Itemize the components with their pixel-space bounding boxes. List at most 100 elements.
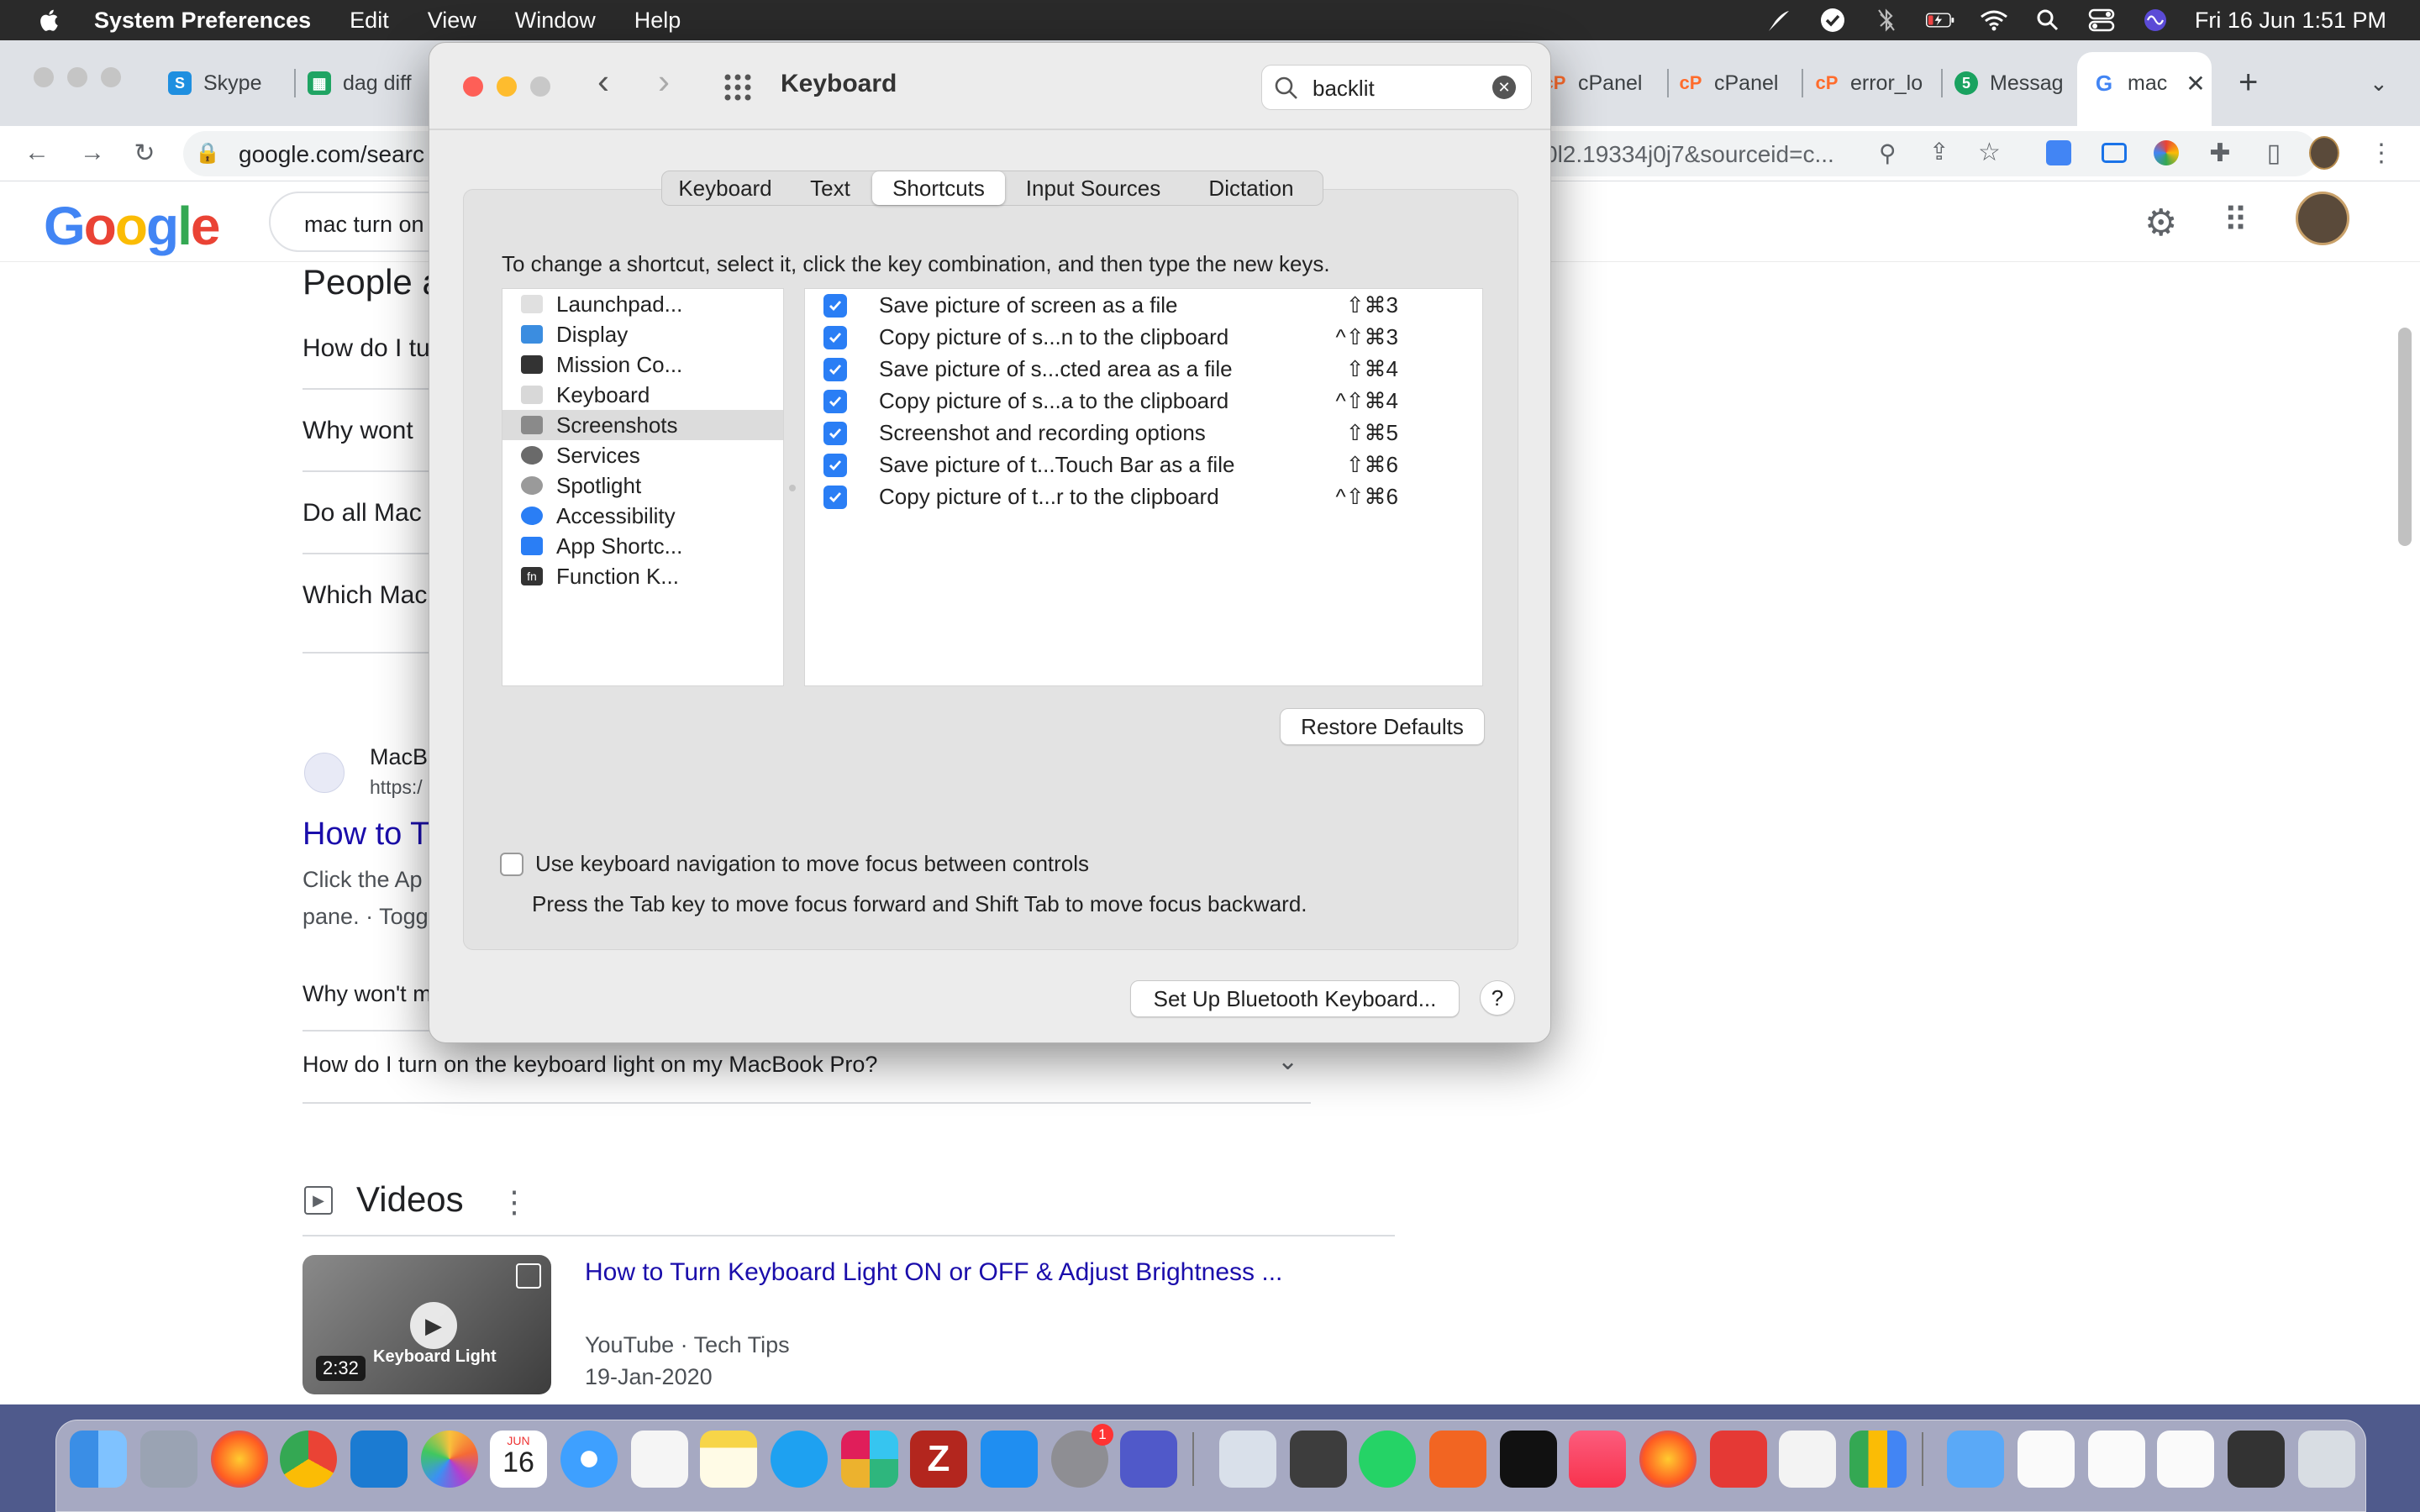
- notes-icon[interactable]: [700, 1431, 757, 1488]
- google-logo[interactable]: Google: [44, 195, 220, 257]
- paa-question-1[interactable]: How do I tu: [302, 334, 430, 363]
- page-scrollbar[interactable]: [2398, 328, 2412, 546]
- play-icon[interactable]: ▶: [410, 1302, 457, 1349]
- shortcut-checkbox[interactable]: [823, 422, 847, 445]
- shortcut-row[interactable]: Save picture of s...cted area as a file …: [805, 353, 1482, 385]
- shortcut-row[interactable]: Screenshot and recording options ⇧⌘5: [805, 417, 1482, 449]
- firefox-dev-icon[interactable]: [1639, 1431, 1697, 1488]
- shortcut-key[interactable]: ^⇧⌘4: [1336, 388, 1398, 414]
- filezilla-icon[interactable]: Z: [910, 1431, 967, 1488]
- tab-messages[interactable]: 5 Messag: [1954, 57, 2064, 109]
- show-all-grid-icon[interactable]: [723, 73, 752, 106]
- folder-icon[interactable]: [1947, 1431, 2004, 1488]
- result-title-link[interactable]: How to T: [302, 816, 429, 853]
- category-function-keys[interactable]: fn Function K...: [502, 561, 783, 591]
- tab-search-chevron-icon[interactable]: ⌄: [2370, 71, 2388, 97]
- app-store-icon[interactable]: [981, 1431, 1038, 1488]
- category-display[interactable]: Display: [502, 319, 783, 349]
- tab-sheets[interactable]: ▦ dag diff: [308, 57, 412, 109]
- related-question-2[interactable]: How do I turn on the keyboard light on m…: [302, 1052, 877, 1078]
- paa-question-4[interactable]: Which Mac: [302, 581, 427, 610]
- skype-dock-icon[interactable]: [771, 1431, 828, 1488]
- menu-edit[interactable]: Edit: [350, 8, 389, 34]
- feather-icon[interactable]: [1765, 8, 1793, 33]
- control-center-icon[interactable]: [2087, 8, 2116, 33]
- preferences-search-field[interactable]: backlit ✕: [1261, 65, 1532, 110]
- result-site-name[interactable]: MacB: [370, 744, 428, 770]
- video-title-link[interactable]: How to Turn Keyboard Light ON or OFF & A…: [585, 1258, 1282, 1287]
- tab-skype[interactable]: S Skype: [168, 57, 261, 109]
- shortcut-key[interactable]: ⇧⌘6: [1346, 452, 1398, 478]
- window-close-button[interactable]: [463, 76, 483, 97]
- result-url[interactable]: https:/: [370, 776, 423, 799]
- browser-minimize-button[interactable]: [67, 67, 87, 87]
- shortcut-row[interactable]: Copy picture of s...a to the clipboard ^…: [805, 385, 1482, 417]
- paa-question-2[interactable]: Why wont: [302, 417, 413, 445]
- related-question-1[interactable]: Why won't m: [302, 981, 432, 1007]
- wifi-icon[interactable]: [1980, 8, 2008, 33]
- reload-icon[interactable]: ↻: [129, 138, 160, 168]
- window-preview-icon[interactable]: [2228, 1431, 2285, 1488]
- window-zoom-button[interactable]: [530, 76, 550, 97]
- anydesk-icon[interactable]: [1710, 1431, 1767, 1488]
- side-panel-icon[interactable]: ▯: [2259, 138, 2289, 168]
- shortcut-checkbox[interactable]: [823, 486, 847, 509]
- shortcut-key[interactable]: ⇧⌘3: [1346, 292, 1398, 318]
- shortcut-row[interactable]: Copy picture of s...n to the clipboard ^…: [805, 321, 1482, 353]
- restore-defaults-button[interactable]: Restore Defaults: [1280, 708, 1485, 745]
- trash-icon[interactable]: [2298, 1431, 2355, 1488]
- category-app-shortcuts[interactable]: App Shortc...: [502, 531, 783, 561]
- browser-close-button[interactable]: [34, 67, 54, 87]
- tab-text[interactable]: Text: [788, 171, 872, 205]
- location-pin-icon[interactable]: ⚲: [1879, 139, 1897, 167]
- tab-shortcuts[interactable]: Shortcuts: [872, 171, 1005, 205]
- safari-icon[interactable]: [560, 1431, 618, 1488]
- forward-arrow-icon[interactable]: →: [77, 138, 108, 168]
- shortcut-key[interactable]: ⇧⌘4: [1346, 356, 1398, 382]
- back-chevron-icon[interactable]: ‹: [597, 61, 609, 102]
- category-services[interactable]: Services: [502, 440, 783, 470]
- apps-grid-icon[interactable]: ⠿: [2223, 202, 2248, 240]
- expand-icon[interactable]: [516, 1263, 541, 1289]
- share-icon[interactable]: ⇪: [1929, 138, 1949, 165]
- slack-icon[interactable]: [841, 1431, 898, 1488]
- menu-view[interactable]: View: [428, 8, 476, 34]
- firefox-icon[interactable]: [211, 1431, 268, 1488]
- tab-active-google[interactable]: G mac ✕: [2077, 52, 2212, 126]
- tab-cpanel-2[interactable]: cP cPanel: [1679, 57, 1779, 109]
- tab-error-log[interactable]: cP error_lo: [1815, 57, 1923, 109]
- finder-icon[interactable]: [70, 1431, 127, 1488]
- shortcut-row[interactable]: Save picture of screen as a file ⇧⌘3: [805, 289, 1482, 321]
- teams-icon[interactable]: [1120, 1431, 1177, 1488]
- split-view-handle[interactable]: [789, 485, 796, 491]
- document-stack-icon[interactable]: [2088, 1431, 2145, 1488]
- pages-icon[interactable]: [1779, 1431, 1836, 1488]
- shortcut-checkbox[interactable]: [823, 358, 847, 381]
- profile-avatar[interactable]: [2309, 136, 2339, 170]
- more-options-icon[interactable]: ⋮: [499, 1184, 529, 1220]
- forward-chevron-icon[interactable]: ›: [658, 61, 670, 102]
- shortcut-key[interactable]: ⇧⌘5: [1346, 420, 1398, 446]
- screenshot-stack-icon[interactable]: [2157, 1431, 2214, 1488]
- category-accessibility[interactable]: Accessibility: [502, 501, 783, 531]
- new-tab-icon[interactable]: +: [2238, 64, 2258, 102]
- bookmark-star-icon[interactable]: ☆: [1978, 138, 2001, 167]
- extensions-puzzle-icon[interactable]: ✚: [2205, 138, 2235, 168]
- menu-app-name[interactable]: System Preferences: [94, 8, 311, 34]
- translate-extension-icon[interactable]: [2046, 140, 2071, 165]
- battery-charging-icon[interactable]: [1925, 8, 1954, 33]
- window-minimize-button[interactable]: [497, 76, 517, 97]
- siri-icon[interactable]: [2141, 8, 2170, 33]
- menu-window[interactable]: Window: [515, 8, 596, 34]
- google-account-avatar[interactable]: [2296, 192, 2349, 245]
- back-arrow-icon[interactable]: ←: [22, 138, 52, 168]
- shortcut-checkbox[interactable]: [823, 390, 847, 413]
- category-keyboard[interactable]: Keyboard: [502, 380, 783, 410]
- category-mission-control[interactable]: Mission Co...: [502, 349, 783, 380]
- calculator-icon[interactable]: [1290, 1431, 1347, 1488]
- tab-input-sources[interactable]: Input Sources: [1005, 171, 1181, 205]
- category-spotlight[interactable]: Spotlight: [502, 470, 783, 501]
- whatsapp-icon[interactable]: [1359, 1431, 1416, 1488]
- keyboard-navigation-checkbox[interactable]: [500, 853, 523, 876]
- photos-icon[interactable]: [421, 1431, 478, 1488]
